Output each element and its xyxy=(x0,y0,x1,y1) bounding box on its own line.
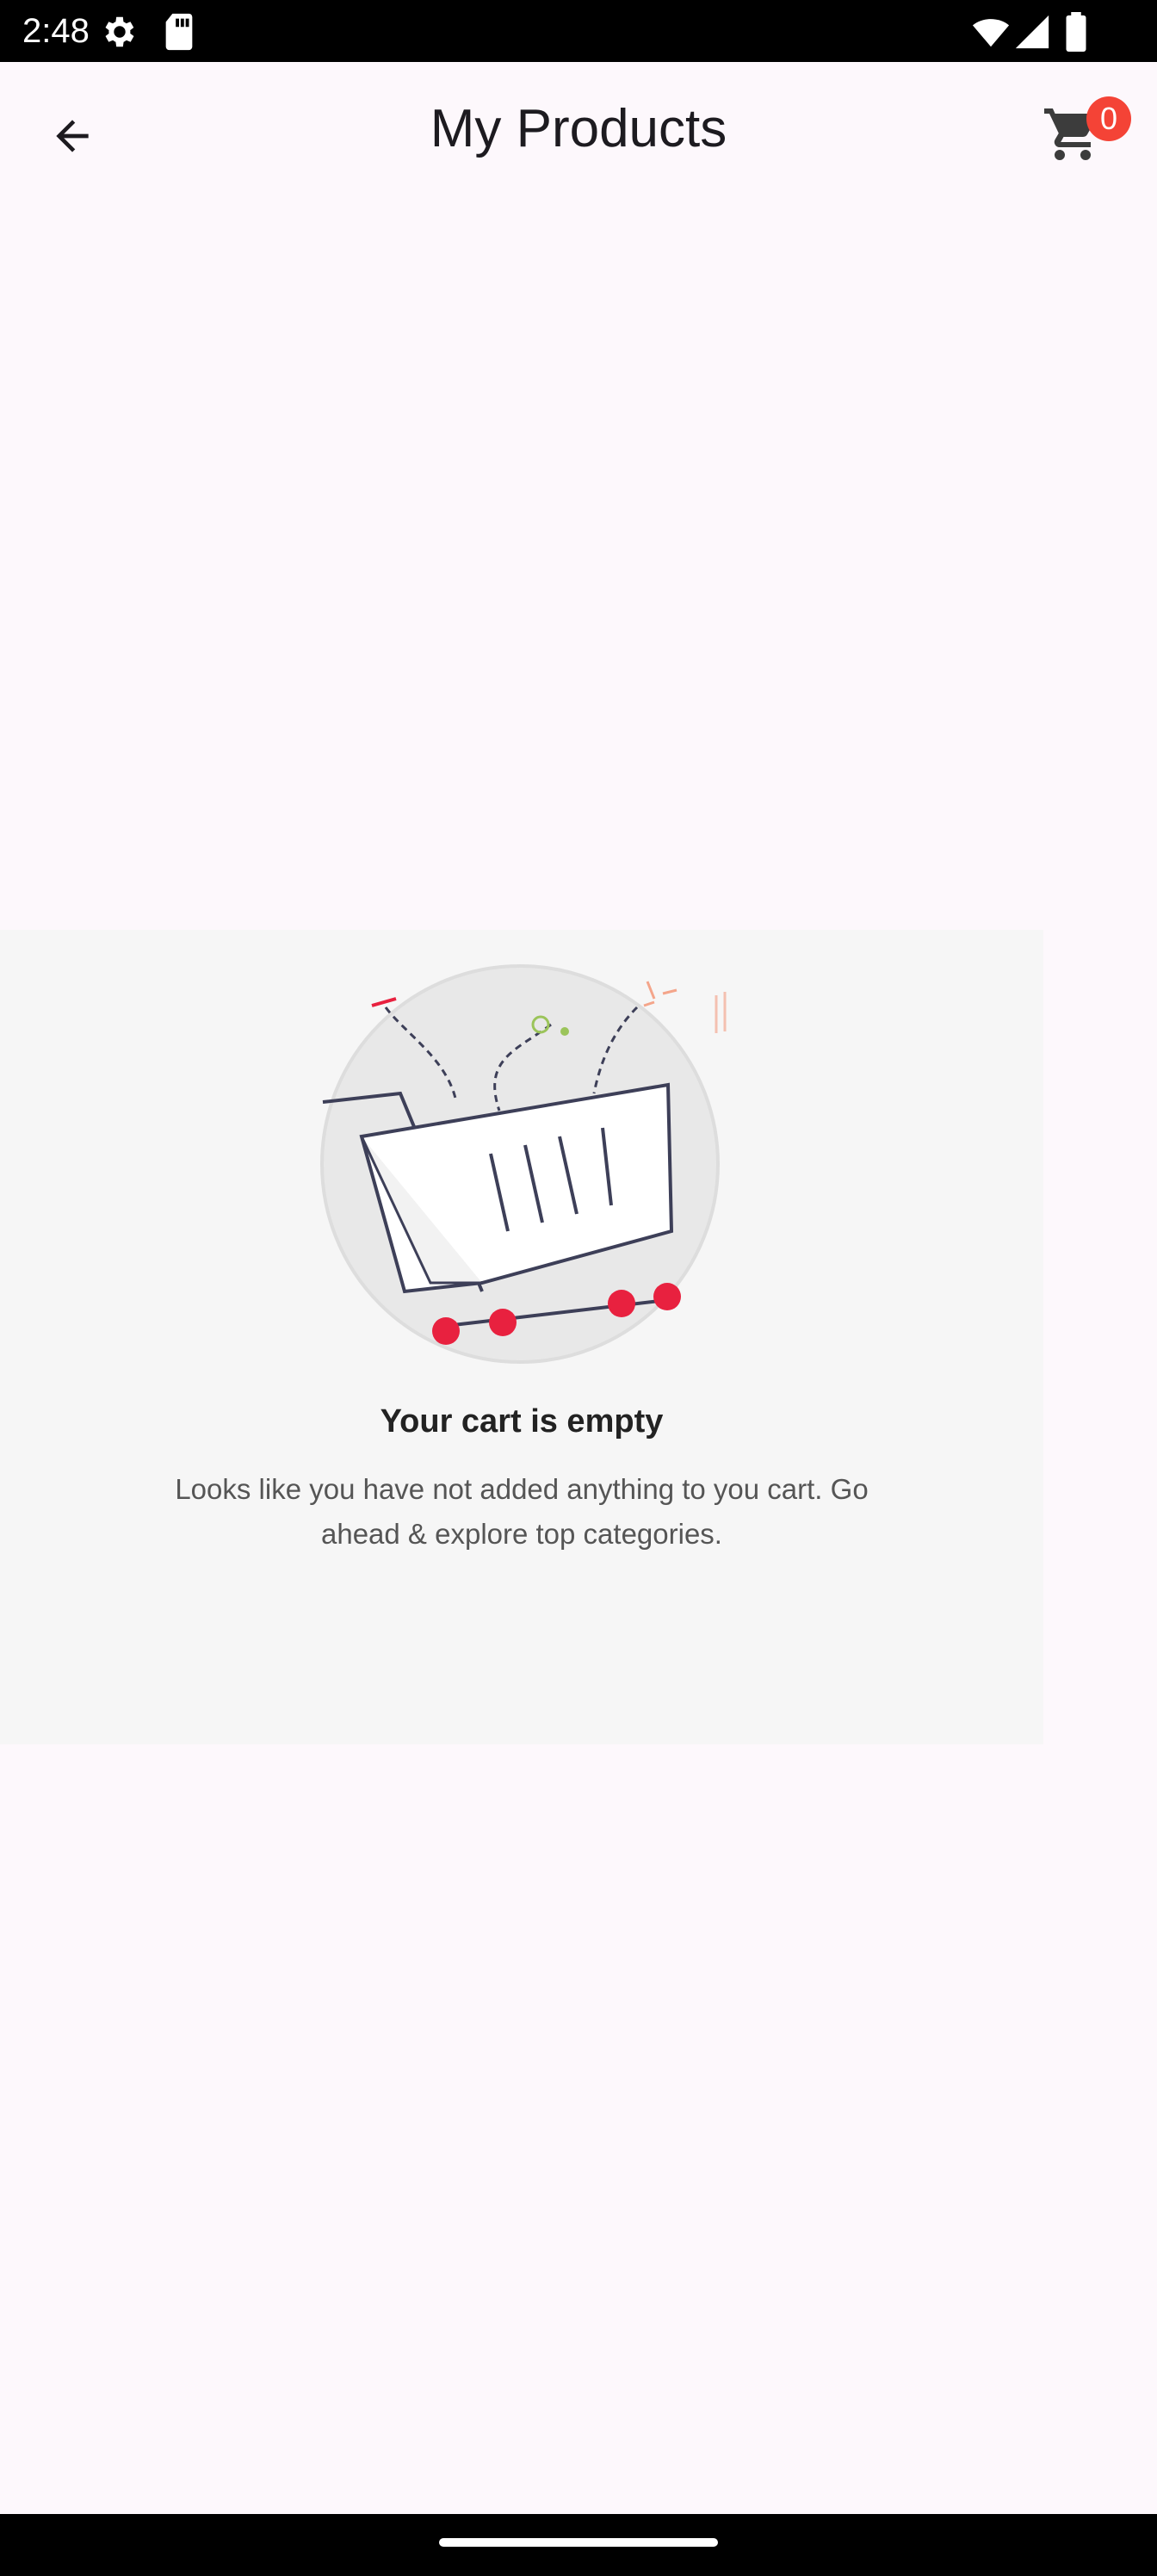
navigation-bar xyxy=(0,2514,1157,2576)
page-title: My Products xyxy=(430,99,727,158)
app-bar: My Products 0 xyxy=(0,62,1157,200)
settings-icon xyxy=(100,12,139,56)
status-bar: 2:48 xyxy=(0,0,1157,62)
battery-icon xyxy=(1064,12,1088,56)
status-time: 2:48 xyxy=(22,12,90,50)
empty-cart-message: Looks like you have not added anything t… xyxy=(134,1467,909,1557)
empty-cart-illustration xyxy=(320,964,727,1364)
empty-cart-message-line-1: Looks like you have not added anything t… xyxy=(175,1473,869,1505)
empty-cart-title: Your cart is empty xyxy=(380,1403,664,1440)
home-indicator[interactable] xyxy=(439,2538,718,2547)
cart-count-badge: 0 xyxy=(1086,96,1131,141)
sd-card-icon xyxy=(162,12,196,56)
wifi-icon xyxy=(971,12,1011,56)
empty-cart-message-line-2: ahead & explore top categories. xyxy=(321,1518,722,1550)
signal-icon xyxy=(1012,12,1052,56)
empty-cart-panel: Your cart is empty Looks like you have n… xyxy=(0,930,1043,1744)
